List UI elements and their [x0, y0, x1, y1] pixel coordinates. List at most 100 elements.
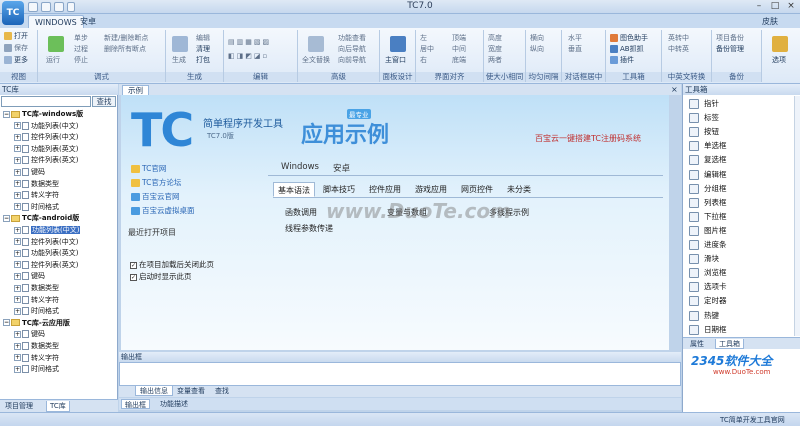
align-left-button[interactable]: 左 [420, 34, 427, 43]
tab-project-manager[interactable]: 项目管理 [2, 401, 36, 412]
tab-web-controls[interactable]: 网页控件 [457, 182, 497, 197]
options-button[interactable]: 选项 [772, 56, 786, 65]
align-top-button[interactable]: 顶端 [452, 34, 466, 43]
expand-toggle-icon[interactable]: + [14, 354, 21, 362]
expand-toggle-icon[interactable]: + [14, 122, 21, 130]
tree-item[interactable]: + 转义字符 [14, 353, 59, 364]
expand-toggle-icon[interactable]: + [14, 156, 21, 164]
toolbox-item[interactable]: 日期框 [689, 323, 727, 336]
tree-item[interactable]: + 转义字符 [14, 295, 59, 306]
sample-thread-params[interactable]: 线程参数传递 [285, 223, 333, 234]
cn-to-en-button[interactable]: 中转英 [668, 45, 689, 54]
expand-toggle-icon[interactable]: + [14, 133, 21, 141]
align-bottom-button[interactable]: 底端 [452, 56, 466, 65]
maximize-icon[interactable]: □ [768, 0, 782, 12]
tab-output-info[interactable]: 输出信息 [135, 386, 173, 396]
center-vertical-button[interactable]: 垂直 [568, 45, 582, 54]
toolbox-item[interactable]: 列表框 [689, 196, 727, 209]
center-horizontal-button[interactable]: 水平 [568, 34, 582, 43]
tab-function-desc[interactable]: 功能描述 [157, 399, 191, 409]
tab-platform-windows[interactable]: Windows [281, 162, 319, 172]
close-after-load-checkbox[interactable]: ✓ 在项目加载后关闭此页 [130, 259, 214, 270]
expand-toggle-icon[interactable]: + [14, 203, 21, 211]
same-both-button[interactable]: 两者 [488, 56, 502, 65]
nav-forward-button[interactable]: 向前导航 [338, 56, 366, 65]
tree-item[interactable]: + 控件列表(中文) [14, 237, 78, 248]
search-input[interactable] [1, 96, 91, 107]
clean-button[interactable]: 清理 [196, 45, 210, 54]
toolbox-item[interactable]: 滑块 [689, 252, 719, 265]
minimize-icon[interactable]: – [752, 0, 766, 12]
toggle-breakpoint-button[interactable]: 新建/删除断点 [104, 34, 148, 43]
expand-toggle-icon[interactable]: + [14, 261, 21, 269]
open-file-icon[interactable] [41, 2, 51, 12]
replace-all-button[interactable]: 全文替换 [302, 56, 330, 65]
clear-breakpoints-button[interactable]: 删除所有断点 [104, 45, 146, 54]
step-button[interactable]: 单步 [74, 34, 88, 43]
tab-examples[interactable]: 示例 [122, 85, 149, 95]
sample-function-call[interactable]: 函数调用 [285, 207, 317, 218]
open-button[interactable]: 打开 [4, 32, 28, 41]
toolbox-item[interactable]: 定时器 [689, 294, 727, 307]
toolbox-scrollbar[interactable] [794, 96, 800, 336]
expand-toggle-icon[interactable]: + [14, 168, 21, 176]
tab-output-box[interactable]: 输出框 [121, 399, 150, 409]
expand-toggle-icon[interactable]: + [14, 145, 21, 153]
expand-toggle-icon[interactable]: − [3, 110, 10, 118]
build-button[interactable]: 生成 [172, 56, 186, 65]
tree-item[interactable]: + 键码 [14, 167, 45, 178]
tab-find[interactable]: 查找 [211, 386, 233, 396]
tab-tc-library[interactable]: TC库 [46, 401, 70, 412]
toolbox-item[interactable]: 浏览框 [689, 266, 727, 279]
align-center-button[interactable]: 居中 [420, 45, 434, 54]
output-text-area[interactable] [119, 362, 681, 386]
tree-item[interactable]: + 时间格式 [14, 306, 59, 317]
tree-item[interactable]: + 功能列表(中文) [14, 121, 78, 132]
save-button[interactable]: 保存 [4, 44, 28, 53]
feature-view-button[interactable]: 功能查看 [338, 34, 366, 43]
tab-variable-view[interactable]: 变量查看 [173, 386, 209, 396]
project-backup-button[interactable]: 项目备份 [716, 34, 744, 43]
status-link[interactable]: TC简单开发工具官网 [720, 415, 785, 425]
close-tab-icon[interactable]: × [671, 84, 678, 95]
expand-toggle-icon[interactable]: + [14, 191, 21, 199]
link-tc-forum[interactable]: TC官方论坛 [131, 177, 181, 188]
compile-button[interactable]: 编辑 [196, 34, 210, 43]
main-window-button[interactable]: 主窗口 [385, 56, 406, 65]
expand-toggle-icon[interactable]: + [14, 296, 21, 304]
tree-item[interactable]: + 控件列表(英文) [14, 260, 78, 271]
plugin-button[interactable]: 插件 [610, 56, 634, 65]
toolbox-item[interactable]: 按钮 [689, 125, 719, 138]
new-file-icon[interactable] [28, 2, 38, 12]
expand-toggle-icon[interactable]: + [14, 238, 21, 246]
tree-root-node[interactable]: − TC库-云应用版 [3, 318, 70, 329]
color-helper-button[interactable]: 图色助手 [610, 34, 648, 43]
tab-game-apps[interactable]: 游戏应用 [411, 182, 451, 197]
expand-toggle-icon[interactable]: + [14, 284, 21, 292]
edit-tools[interactable]: ▤▥▦▧▨ [228, 38, 271, 47]
same-height-button[interactable]: 高度 [488, 34, 502, 43]
expand-toggle-icon[interactable]: + [14, 307, 21, 315]
more-button[interactable]: 更多 [4, 56, 28, 65]
align-right-button[interactable]: 右 [420, 56, 427, 65]
tree-item[interactable]: + 时间格式 [14, 202, 59, 213]
tree-item[interactable]: + 键码 [14, 271, 45, 282]
link-tc-site[interactable]: TC官网 [131, 163, 166, 174]
expand-toggle-icon[interactable]: + [14, 365, 21, 373]
app-logo[interactable]: TC [2, 1, 24, 25]
tree-item[interactable]: + 功能列表(英文) [14, 144, 78, 155]
qat-dropdown-icon[interactable] [67, 2, 75, 12]
search-button[interactable]: 查找 [92, 96, 116, 107]
toolbox-item[interactable]: 标签 [689, 111, 719, 124]
run-button[interactable]: 运行 [46, 56, 60, 65]
align-middle-button[interactable]: 中间 [452, 45, 466, 54]
tab-android[interactable]: 安卓 [74, 15, 102, 28]
tree-item[interactable]: + 时间格式 [14, 364, 59, 375]
expand-toggle-icon[interactable]: + [14, 180, 21, 188]
toolbox-item[interactable]: 下拉框 [689, 210, 727, 223]
expand-toggle-icon[interactable]: − [3, 319, 10, 327]
toolbox-item[interactable]: 图片框 [689, 224, 727, 237]
toolbox-item[interactable]: 选项卡 [689, 280, 727, 293]
promo-link[interactable]: 百宝云一键搭建TC注册码系统 [535, 133, 641, 144]
tree-item[interactable]: + 数据类型 [14, 341, 59, 352]
